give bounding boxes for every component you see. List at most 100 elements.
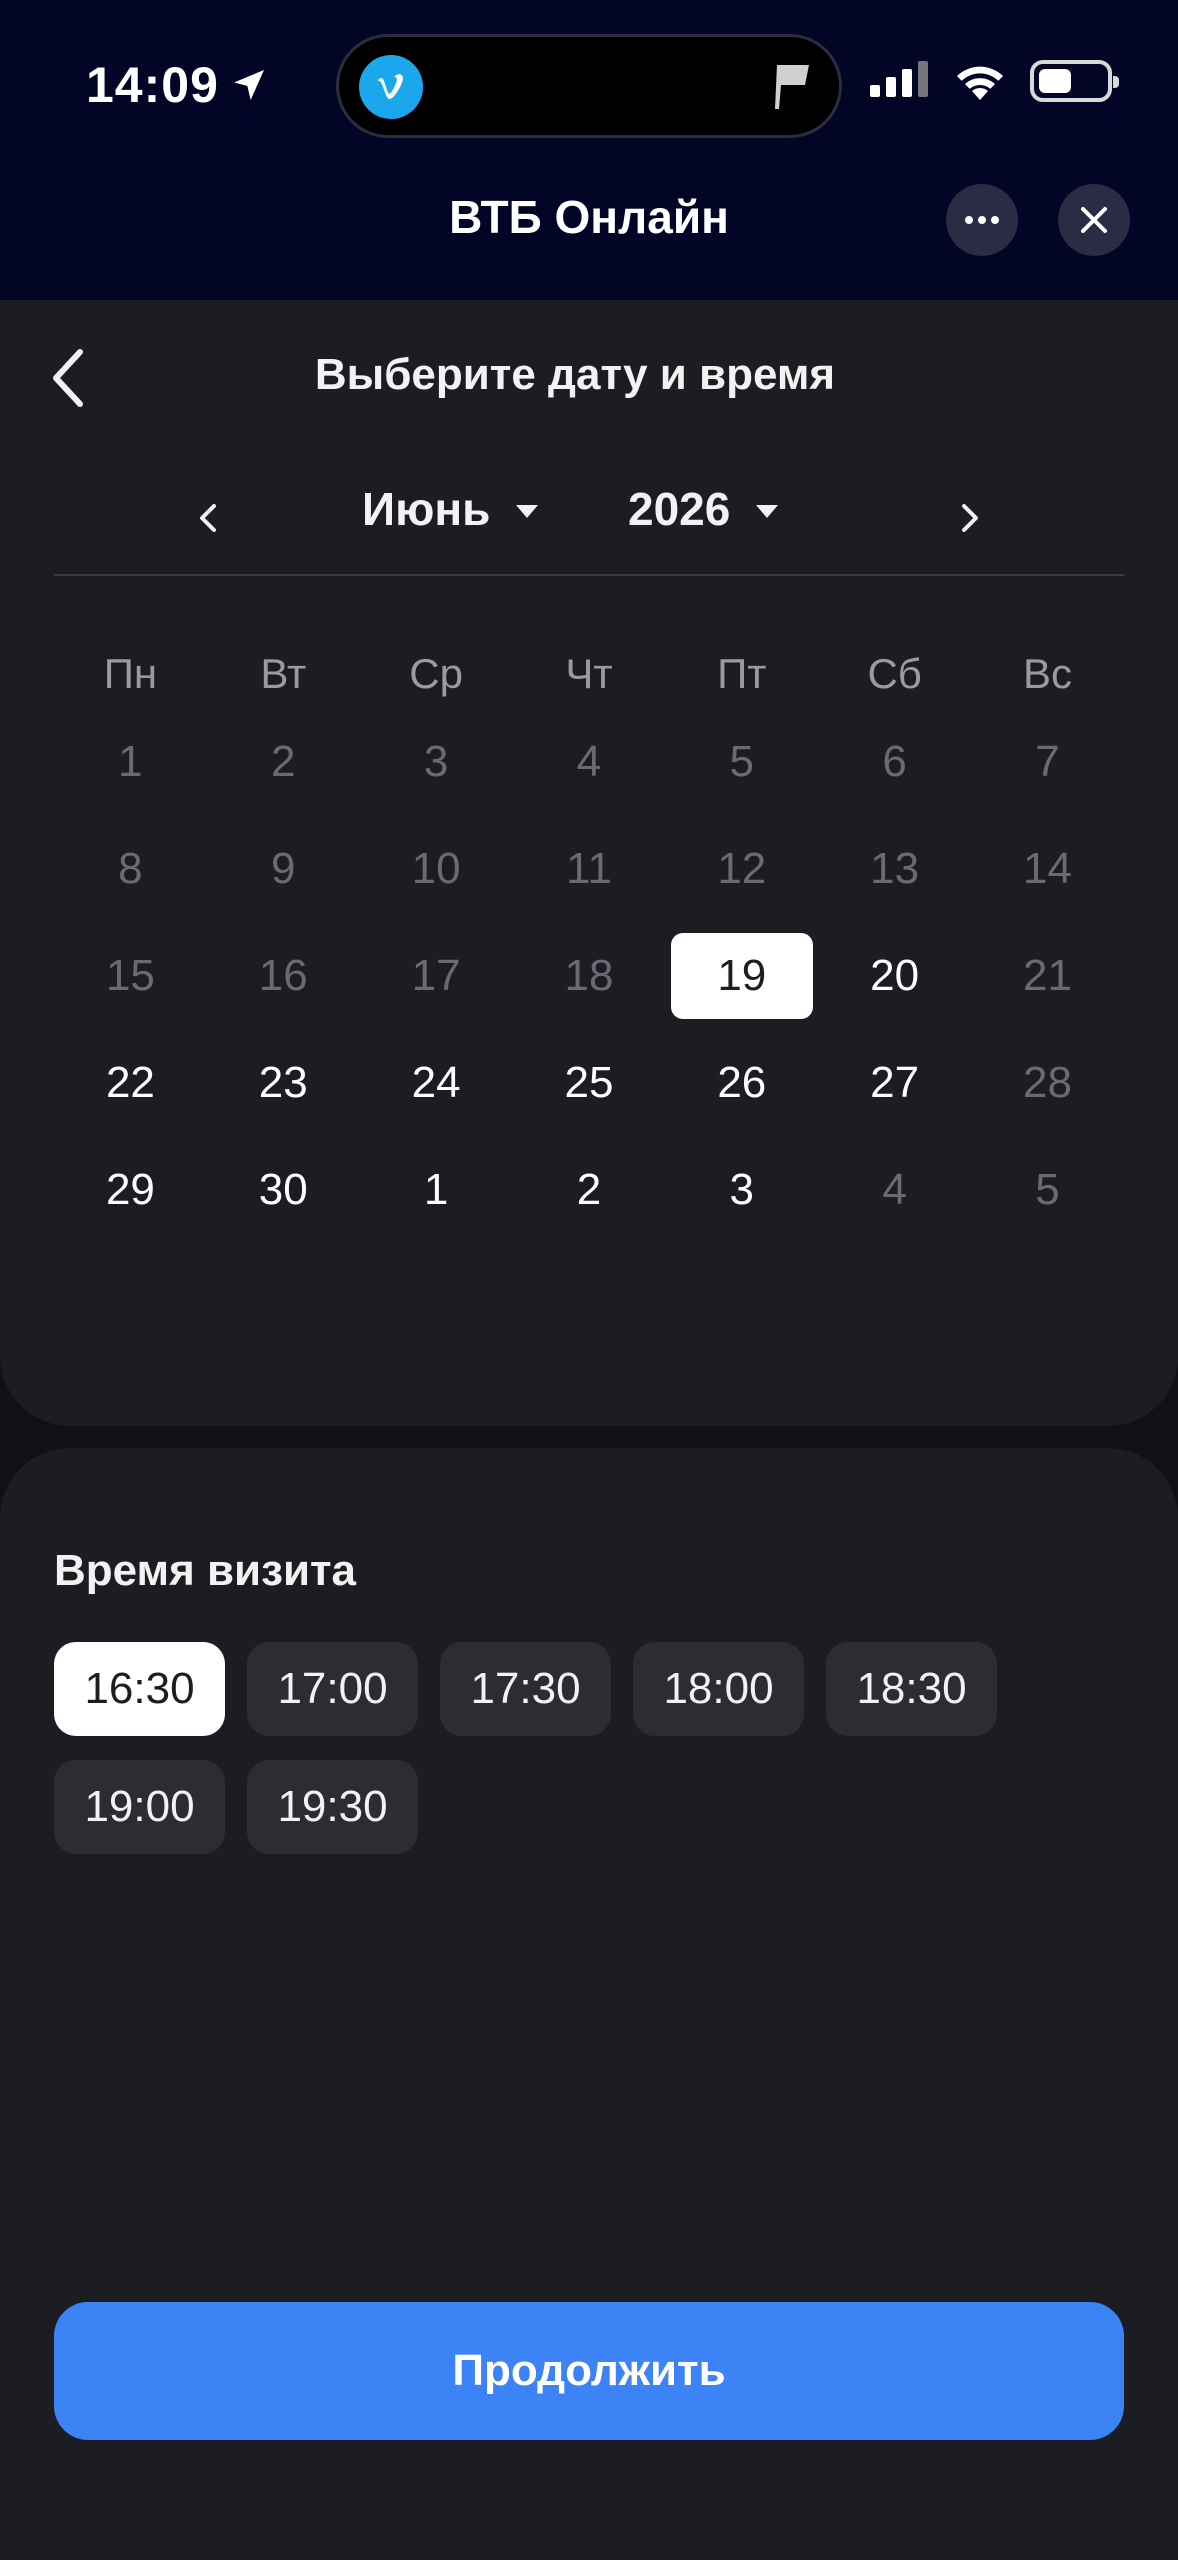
calendar-day-number: 23 (258, 1058, 308, 1107)
calendar-day-number: 30 (258, 1165, 308, 1214)
calendar-day-number: 14 (1023, 844, 1072, 893)
close-button[interactable] (1058, 184, 1130, 256)
calendar-day-number: 2 (271, 737, 296, 786)
battery-icon (1030, 60, 1119, 102)
calendar-day[interactable]: 19 (665, 932, 818, 1020)
calendar-day-number: 8 (118, 844, 143, 893)
status-time-text: 14:09 (86, 57, 219, 113)
calendar-day: 5 (971, 1146, 1124, 1234)
calendar-day-number: 16 (258, 951, 308, 1000)
chevron-right-icon (962, 504, 978, 532)
time-slot[interactable]: 18:30 (826, 1642, 997, 1736)
calendar-day[interactable]: 20 (818, 932, 971, 1020)
calendar-day: 2 (207, 718, 360, 806)
dynamic-island (336, 34, 842, 138)
calendar-day[interactable]: 24 (360, 1039, 513, 1127)
more-button[interactable] (946, 184, 1018, 256)
calendar-day[interactable]: 2 (513, 1146, 666, 1234)
calendar-day-number: 28 (1023, 1058, 1072, 1107)
calendar-day-number: 24 (411, 1058, 461, 1107)
calendar-day-number: 18 (564, 951, 614, 1000)
calendar-day: 28 (971, 1039, 1124, 1127)
wifi-icon (957, 66, 1003, 100)
weekday-label: Чт (565, 650, 613, 697)
time-slot[interactable]: 17:30 (440, 1642, 611, 1736)
calendar-day[interactable]: 3 (665, 1146, 818, 1234)
calendar-day[interactable]: 30 (207, 1146, 360, 1234)
calendar-day: 16 (207, 932, 360, 1020)
weekday-label: Пн (103, 650, 158, 697)
calendar-day[interactable]: 23 (207, 1039, 360, 1127)
calendar-day-number: 4 (882, 1165, 907, 1214)
time-slot[interactable]: 17:00 (247, 1642, 418, 1736)
calendar-day: 6 (818, 718, 971, 806)
time-slot[interactable]: 19:00 (54, 1760, 225, 1854)
calendar-day[interactable]: 1 (360, 1146, 513, 1234)
calendar-day: 4 (513, 718, 666, 806)
calendar-day: 4 (818, 1146, 971, 1234)
calendar-day[interactable]: 25 (513, 1039, 666, 1127)
weekday-label: Вс (1022, 650, 1072, 697)
calendar-week: 29 30 1 2 3 4 5 (54, 1146, 1124, 1234)
calendar-day-number: 19 (670, 933, 813, 1019)
more-dots-icon (965, 216, 999, 224)
year-value: 2026 (628, 483, 731, 535)
calendar-day[interactable]: 27 (818, 1039, 971, 1127)
calendar-day-number: 27 (870, 1058, 920, 1107)
calendar-day[interactable]: 22 (54, 1039, 207, 1127)
time-slot[interactable]: 19:30 (247, 1760, 418, 1854)
continue-button[interactable]: Продолжить (54, 2302, 1124, 2440)
calendar-week: 1 2 3 4 5 6 7 (54, 718, 1124, 806)
calendar-day-number: 29 (105, 1165, 155, 1214)
calendar-day-number: 10 (411, 844, 461, 893)
vimeo-app-icon (359, 55, 423, 119)
prev-month-button[interactable] (178, 488, 238, 548)
time-slot[interactable]: 16:30 (54, 1642, 225, 1736)
calendar-day-number: 20 (870, 951, 920, 1000)
calendar-day-number: 22 (105, 1058, 155, 1107)
calendar-day-number: 11 (566, 844, 612, 893)
chevron-left-icon (200, 504, 216, 532)
calendar-day-number: 3 (729, 1165, 755, 1214)
calendar-day: 12 (665, 825, 818, 913)
calendar-day-number: 5 (729, 737, 755, 786)
calendar-day: 1 (54, 718, 207, 806)
weekday-label: Вт (260, 650, 307, 697)
calendar-day: 8 (54, 825, 207, 913)
screen-title: Выберите дату и время (314, 350, 836, 399)
weekday-label: Ср (409, 650, 463, 697)
status-icons (870, 60, 1119, 102)
calendar-day-number: 26 (717, 1058, 767, 1107)
calendar-day: 17 (360, 932, 513, 1020)
caret-down-icon (756, 504, 779, 518)
calendar-day[interactable]: 29 (54, 1146, 207, 1234)
status-time: 14:09 (86, 56, 269, 114)
flag-icon (775, 65, 809, 109)
calendar-card: Выберите дату и время Июнь 2026 Пн Вт Ср… (0, 300, 1178, 1426)
calendar-day: 11 (513, 825, 666, 913)
calendar-day-number: 13 (870, 844, 920, 893)
calendar-week: 15 16 17 18 19 20 21 (54, 932, 1124, 1020)
time-slot[interactable]: 18:00 (633, 1642, 804, 1736)
visit-time-label: Время визита (54, 1546, 357, 1595)
month-select[interactable]: Июнь (362, 482, 539, 536)
caret-down-icon (516, 504, 539, 518)
calendar-day-number: 7 (1035, 737, 1060, 786)
weekday-header: Пн Вт Ср Чт Пт Сб Вс (54, 650, 1124, 698)
location-arrow-icon (233, 70, 264, 100)
calendar-day-number: 9 (271, 844, 296, 893)
calendar-day-number: 12 (717, 844, 767, 893)
next-month-button[interactable] (940, 488, 1000, 548)
calendar-week: 8 9 10 11 12 13 14 (54, 825, 1124, 913)
calendar-day: 5 (665, 718, 818, 806)
time-slots: 16:30 17:00 17:30 18:00 18:30 19:00 19:30 (54, 1642, 1054, 1854)
calendar-day-number: 2 (576, 1165, 602, 1214)
calendar-day: 14 (971, 825, 1124, 913)
calendar-day: 9 (207, 825, 360, 913)
close-icon (1081, 207, 1107, 233)
year-select[interactable]: 2026 (628, 482, 779, 536)
calendar-day: 13 (818, 825, 971, 913)
cellular-signal-icon (870, 61, 928, 97)
calendar-day: 15 (54, 932, 207, 1020)
calendar-day[interactable]: 26 (665, 1039, 818, 1127)
